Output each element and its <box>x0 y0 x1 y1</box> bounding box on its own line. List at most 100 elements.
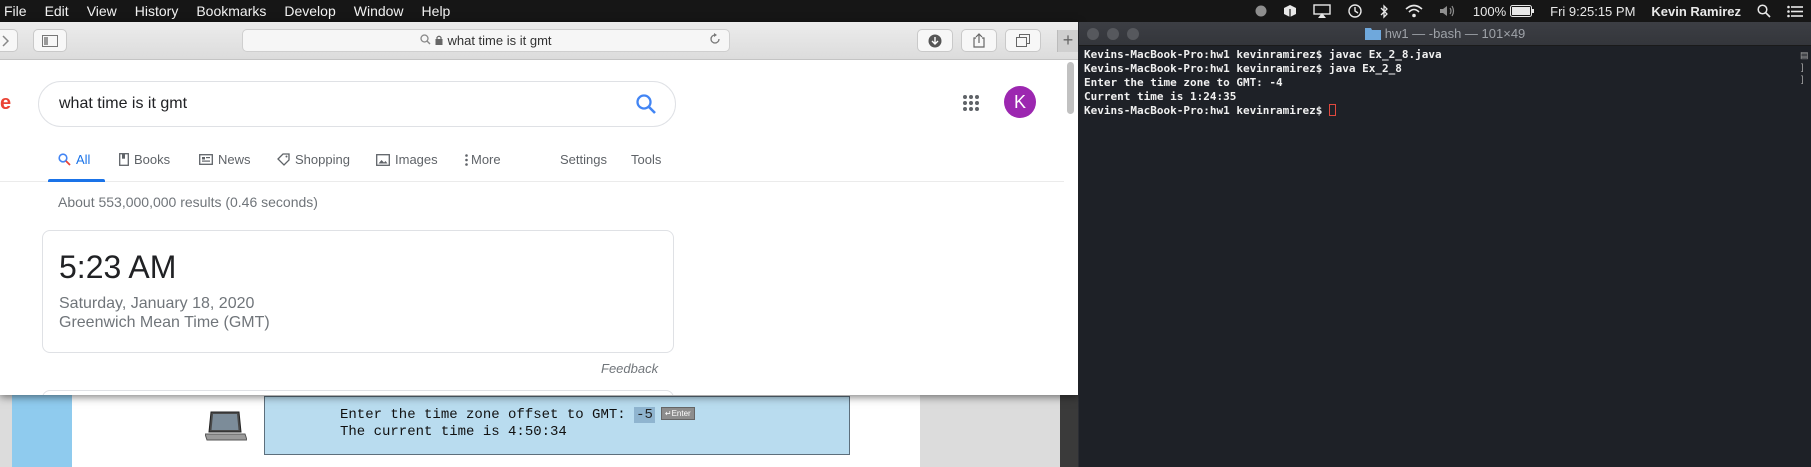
google-logo-fragment[interactable]: e <box>0 92 11 115</box>
terminal-cursor <box>1329 104 1337 116</box>
image-icon <box>376 153 390 166</box>
lock-icon <box>435 33 443 48</box>
tag-icon <box>277 153 290 166</box>
terminal-line: Kevins-MacBook-Pro:hw1 kevinramirez$ jav… <box>1084 62 1402 75</box>
google-apps-icon[interactable] <box>962 94 980 117</box>
tab-all[interactable]: All <box>58 152 90 167</box>
tab-books[interactable]: Books <box>119 152 170 167</box>
menu-file[interactable]: File <box>0 0 36 22</box>
record-icon[interactable] <box>1255 5 1267 17</box>
airplay-icon[interactable] <box>1313 4 1331 18</box>
tab-news-label: News <box>218 152 251 167</box>
search-icon <box>420 33 431 48</box>
terminal-prompt-line: Kevins-MacBook-Pro:hw1 kevinramirez$ <box>1084 104 1442 118</box>
menu-develop[interactable]: Develop <box>275 0 344 22</box>
tab-tools[interactable]: Tools <box>631 152 661 167</box>
scroll-marker-icon: ▤ <box>1800 50 1809 60</box>
share-button[interactable] <box>961 29 997 52</box>
console-line-output: The current time is 4:50:34 <box>340 424 567 440</box>
folder-icon <box>1364 24 1381 48</box>
terminal-titlebar[interactable]: hw1 — -bash — 101×49 <box>1079 22 1811 46</box>
reload-icon[interactable] <box>709 33 721 48</box>
page-scrollbar[interactable] <box>1067 62 1074 114</box>
tab-settings[interactable]: Settings <box>560 152 607 167</box>
active-tab-indicator <box>48 179 105 182</box>
terminal-prompt: Kevins-MacBook-Pro:hw1 kevinramirez$ <box>1084 104 1330 117</box>
book-icon <box>119 153 129 166</box>
terminal-window: hw1 — -bash — 101×49 Kevins-MacBook-Pro:… <box>1079 22 1811 467</box>
next-result-card <box>42 390 674 395</box>
notification-center-icon[interactable] <box>1787 5 1803 18</box>
avatar[interactable]: K <box>1004 86 1036 118</box>
tab-more-label: More <box>471 152 501 167</box>
volume-icon[interactable] <box>1439 4 1457 18</box>
google-results-page: e what time is it gmt K All Books News S… <box>0 60 1078 395</box>
menu-edit[interactable]: Edit <box>36 0 78 22</box>
result-stats: About 553,000,000 results (0.46 seconds) <box>58 194 318 210</box>
current-date: Saturday, January 18, 2020 <box>59 295 255 312</box>
address-text: what time is it gmt <box>447 33 552 48</box>
tab-images-label: Images <box>395 152 438 167</box>
terminal-line: Kevins-MacBook-Pro:hw1 kevinramirez$ jav… <box>1084 48 1442 61</box>
spotlight-icon[interactable] <box>1757 4 1771 18</box>
menubar-user[interactable]: Kevin Ramirez <box>1651 4 1741 19</box>
safari-window: what time is it gmt + e what time is it … <box>0 22 1078 395</box>
scroll-marker-icon: ] <box>1801 62 1804 72</box>
tab-more[interactable]: More <box>465 152 501 167</box>
terminal-scrollbar[interactable]: ▤ ] ] <box>1800 48 1809 467</box>
timezone-name: Greenwich Mean Time (GMT) <box>59 314 270 331</box>
search-tabs: All Books News Shopping Images More Sett… <box>0 138 1064 182</box>
terminal-line: Current time is 1:24:35 <box>1084 90 1237 103</box>
enter-key-icon: ↵Enter <box>660 407 695 420</box>
tab-tools-label: Tools <box>631 152 662 167</box>
tab-settings-label: Settings <box>560 152 607 167</box>
tab-all-label: All <box>76 152 91 167</box>
feedback-link[interactable]: Feedback <box>601 361 658 376</box>
search-icon <box>58 153 71 166</box>
scroll-marker-icon: ] <box>1801 74 1804 84</box>
terminal-output[interactable]: Kevins-MacBook-Pro:hw1 kevinramirez$ jav… <box>1084 48 1442 118</box>
current-time: 5:23 AM <box>59 249 177 285</box>
forward-button[interactable] <box>0 29 18 52</box>
news-icon <box>199 154 213 165</box>
sidebar-toggle-button[interactable] <box>33 29 67 52</box>
more-vert-icon <box>465 153 468 166</box>
menu-help[interactable]: Help <box>413 0 460 22</box>
menu-bookmarks[interactable]: Bookmarks <box>187 0 275 22</box>
console-input-value: -5 <box>634 407 655 423</box>
tab-shopping[interactable]: Shopping <box>277 152 350 167</box>
textbook-console-sample: Enter the time zone offset to GMT: -5 ↵En… <box>264 396 850 455</box>
menu-view[interactable]: View <box>78 0 126 22</box>
tab-books-label: Books <box>134 152 171 167</box>
status-area: 100% Fri 9:25:15 PM Kevin Ramirez <box>1247 0 1811 22</box>
battery-icon <box>1510 5 1535 17</box>
downloads-button[interactable] <box>917 29 953 52</box>
tab-news[interactable]: News <box>199 152 251 167</box>
time-card: 5:23 AM Saturday, January 18, 2020 Green… <box>42 230 674 353</box>
tab-overview-button[interactable] <box>1005 29 1041 52</box>
terminal-title-text: hw1 — -bash — 101×49 <box>1384 26 1526 41</box>
tab-shopping-label: Shopping <box>295 152 350 167</box>
time-machine-icon[interactable] <box>1347 3 1363 19</box>
textbook-sidebar-strip <box>12 395 72 467</box>
address-bar[interactable]: what time is it gmt <box>242 29 730 52</box>
battery-status[interactable]: 100% <box>1472 3 1535 19</box>
menubar: File Edit View History Bookmarks Develop… <box>0 0 1811 22</box>
menubar-clock[interactable]: Fri 9:25:15 PM <box>1550 4 1635 19</box>
laptop-icon <box>204 410 248 447</box>
wifi-icon[interactable] <box>1405 4 1423 18</box>
terminal-line: Enter the time zone to GMT: -4 <box>1084 76 1283 89</box>
tab-images[interactable]: Images <box>376 152 438 167</box>
menu-history[interactable]: History <box>126 0 188 22</box>
safari-toolbar: what time is it gmt + <box>0 22 1078 60</box>
menu-window[interactable]: Window <box>345 0 413 22</box>
search-icon[interactable] <box>635 93 657 120</box>
new-tab-button[interactable]: + <box>1057 30 1078 52</box>
textbook-edge <box>1060 395 1078 467</box>
battery-percent: 100% <box>1472 3 1507 19</box>
bluetooth-icon[interactable] <box>1379 3 1389 19</box>
console-line-input: Enter the time zone offset to GMT: -5 ↵En… <box>340 407 695 423</box>
search-input[interactable]: what time is it gmt <box>59 95 187 113</box>
search-box[interactable]: what time is it gmt <box>38 81 676 127</box>
dropbox-icon[interactable] <box>1283 4 1297 18</box>
